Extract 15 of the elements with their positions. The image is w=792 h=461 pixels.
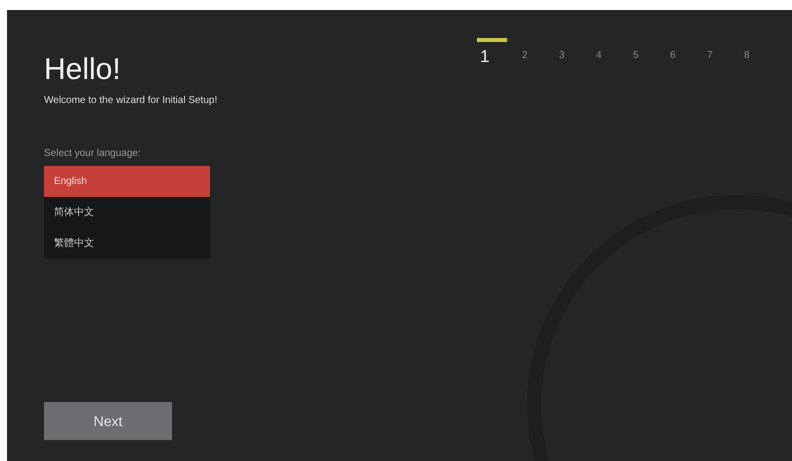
step-indicator: 1	[477, 38, 507, 70]
subtitle: Welcome to the wizard for Initial Setup!	[44, 94, 218, 108]
step-indicator: 7	[706, 49, 714, 63]
next-button[interactable]: Next	[44, 402, 172, 440]
language-option[interactable]: 简体中文	[44, 197, 210, 228]
step-indicator: 3	[558, 49, 566, 63]
step-indicator: 2	[521, 49, 529, 63]
step-indicator: 6	[669, 49, 677, 63]
language-option[interactable]: 繁體中文	[44, 228, 210, 259]
language-prompt: Select your language:	[44, 147, 142, 161]
language-option[interactable]: English	[44, 166, 210, 197]
title: Hello!	[44, 55, 121, 85]
step-indicator: 4	[595, 49, 603, 63]
step-indicator: 5	[632, 49, 640, 63]
step-indicator: 8	[743, 49, 751, 63]
